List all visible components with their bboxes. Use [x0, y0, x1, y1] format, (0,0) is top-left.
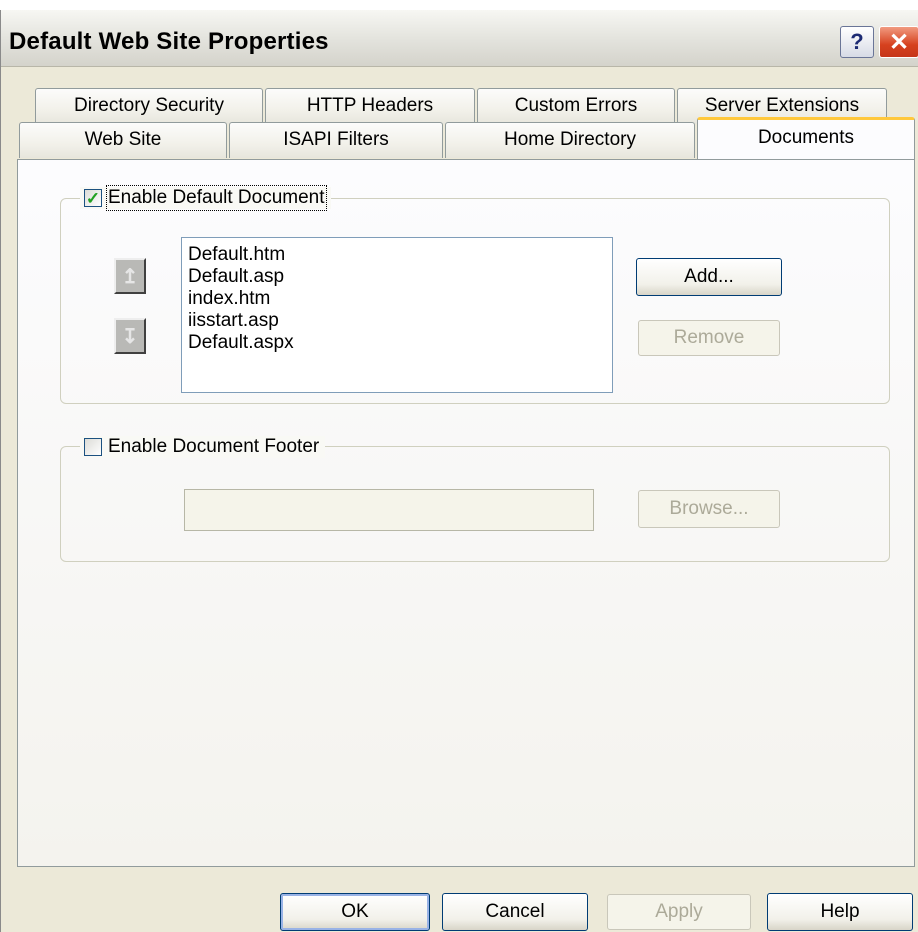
ok-button-label: OK	[341, 901, 369, 922]
tab-label: Custom Errors	[514, 95, 638, 116]
enable-document-footer-checkbox[interactable]: Enable Document Footer	[80, 436, 326, 458]
footer-path-input[interactable]	[184, 489, 594, 531]
add-button-label: Add...	[684, 266, 734, 287]
list-item[interactable]: Default.aspx	[188, 332, 612, 354]
browse-button-label: Browse...	[669, 498, 749, 519]
tab-label: Home Directory	[504, 129, 636, 150]
list-item[interactable]: iisstart.asp	[188, 310, 612, 332]
tab-label: ISAPI Filters	[283, 129, 389, 150]
list-item[interactable]: Default.htm	[188, 244, 612, 266]
browse-button[interactable]: Browse...	[638, 490, 780, 528]
tab-web-site[interactable]: Web Site	[19, 122, 227, 158]
apply-button[interactable]: Apply	[607, 894, 751, 930]
checkbox-checked-icon[interactable]: ✓	[84, 189, 102, 207]
tab-http-headers[interactable]: HTTP Headers	[265, 88, 475, 124]
tab-label: Documents	[757, 127, 855, 148]
documents-panel: ✓ Enable Default Document ↥ ↧ Default.ht…	[17, 159, 915, 867]
help-glyph: ?	[850, 29, 864, 54]
apply-button-label: Apply	[655, 901, 703, 922]
tab-documents[interactable]: Documents	[697, 117, 915, 159]
close-glyph: ✕	[888, 28, 910, 56]
title-bar[interactable]: Default Web Site Properties ? ✕	[1, 10, 918, 67]
help-icon[interactable]: ?	[840, 26, 874, 58]
cancel-button[interactable]: Cancel	[442, 893, 588, 931]
help-button-label: Help	[820, 901, 860, 922]
properties-dialog: Default Web Site Properties ? ✕ Director…	[0, 10, 918, 932]
checkbox-label: Enable Default Document	[106, 185, 327, 211]
move-up-button[interactable]: ↥	[114, 258, 146, 294]
list-item[interactable]: index.htm	[188, 288, 612, 310]
window-title: Default Web Site Properties	[9, 28, 329, 55]
tab-label: Server Extensions	[704, 95, 860, 116]
tab-directory-security[interactable]: Directory Security	[35, 88, 263, 124]
cancel-button-label: Cancel	[485, 901, 545, 922]
arrow-up-icon: ↥	[121, 265, 139, 288]
help-button[interactable]: Help	[767, 893, 913, 931]
default-documents-list[interactable]: Default.htm Default.asp index.htm iissta…	[181, 237, 613, 393]
checkbox-label: Enable Document Footer	[108, 436, 320, 457]
tab-label: Directory Security	[74, 95, 224, 116]
tab-isapi-filters[interactable]: ISAPI Filters	[229, 122, 443, 158]
tab-label: Web Site	[84, 129, 162, 150]
close-icon[interactable]: ✕	[879, 26, 918, 58]
tab-custom-errors[interactable]: Custom Errors	[477, 88, 675, 124]
enable-default-document-checkbox[interactable]: ✓ Enable Default Document	[80, 185, 331, 211]
add-button[interactable]: Add...	[636, 258, 782, 296]
arrow-down-icon: ↧	[121, 325, 139, 348]
list-item[interactable]: Default.asp	[188, 266, 612, 288]
tab-home-directory[interactable]: Home Directory	[445, 122, 695, 158]
remove-button-label: Remove	[673, 327, 745, 348]
tab-label: HTTP Headers	[306, 95, 434, 116]
checkbox-unchecked-icon[interactable]	[84, 438, 102, 456]
remove-button[interactable]: Remove	[638, 320, 780, 356]
ok-button[interactable]: OK	[280, 893, 430, 931]
move-down-button[interactable]: ↧	[114, 318, 146, 354]
